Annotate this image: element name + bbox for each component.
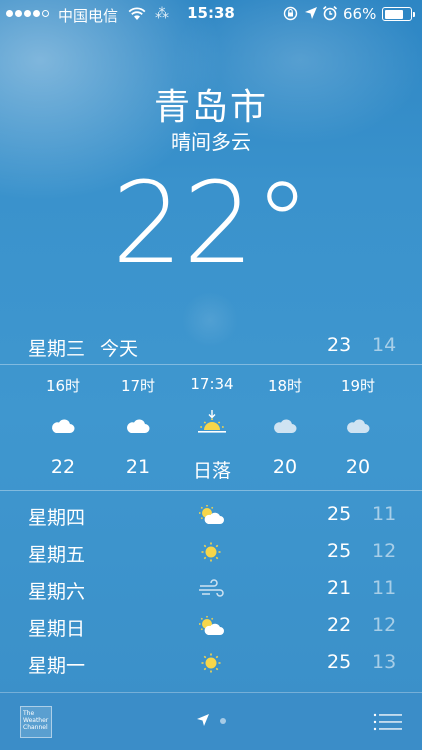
alarm-icon: [322, 6, 338, 21]
today-low: 14: [372, 334, 397, 356]
sun-icon: [201, 653, 221, 673]
hour-time: 17时: [120, 377, 156, 395]
logo-text: The Weather Channel: [23, 710, 49, 731]
hour-time: 17:34: [190, 375, 234, 393]
cloud-icon: [274, 419, 297, 433]
hour-temp: 20: [272, 456, 298, 478]
partly-cloudy-icon: [199, 616, 224, 635]
hour-temp: 日落: [192, 460, 231, 482]
partly-cloudy-icon: [199, 505, 224, 524]
weather-condition: 晴间多云: [171, 130, 251, 154]
wind-icon: [199, 579, 224, 597]
day-high: 21: [327, 577, 352, 599]
day-name: 星期四: [28, 507, 86, 529]
day-high: 25: [327, 540, 352, 562]
daily-row: 星期一 25 13: [0, 645, 422, 681]
hourly-item: 17:34 日落: [177, 365, 247, 492]
sun-icon: [201, 542, 221, 562]
today-weekday: 星期三: [28, 338, 86, 360]
sunset-icon: [198, 410, 226, 433]
battery-icon: [382, 7, 415, 21]
day-name: 星期六: [28, 581, 86, 603]
current-temperature: 22°: [111, 159, 311, 289]
hourly-item: 19时 20: [323, 365, 393, 492]
hour-temp: 20: [345, 456, 371, 478]
day-low: 12: [372, 614, 397, 636]
hour-time: 19时: [340, 377, 376, 395]
day-name: 星期五: [28, 544, 86, 566]
cloud-icon: [127, 419, 150, 433]
day-low: 11: [372, 577, 397, 599]
day-high: 25: [327, 503, 352, 525]
cloud-icon: [347, 419, 370, 433]
hour-temp: 22: [50, 456, 76, 478]
hour-time: 18时: [267, 377, 303, 395]
city-name: 青岛市: [153, 87, 268, 128]
current-location-icon[interactable]: [196, 713, 210, 727]
city-list-icon[interactable]: [373, 713, 403, 731]
day-low: 11: [372, 503, 397, 525]
daily-row: 星期日 22 12: [0, 608, 422, 644]
weather-channel-logo[interactable]: The Weather Channel: [20, 706, 52, 738]
location-arrow-icon: [305, 7, 317, 19]
today-summary: 星期三 今天 23 14: [0, 334, 422, 362]
day-high: 22: [327, 614, 352, 636]
daily-row: 星期四 25 11: [0, 497, 422, 533]
hour-temp: 21: [125, 456, 151, 478]
hour-time: 16时: [45, 377, 81, 395]
today-label: 今天: [100, 338, 139, 360]
today-high: 23: [327, 334, 352, 356]
status-bar: 中国电信 ⁂ 15:38 66%: [0, 0, 422, 28]
bottom-toolbar: The Weather Channel: [0, 692, 422, 750]
day-name: 星期一: [28, 655, 86, 677]
day-low: 12: [372, 540, 397, 562]
daily-row: 星期六 21 11: [0, 571, 422, 607]
rotation-lock-icon: [283, 6, 298, 21]
hourly-item: 17时 21: [103, 365, 173, 492]
battery-percent: 66%: [343, 5, 377, 23]
day-high: 25: [327, 651, 352, 673]
hourly-forecast[interactable]: 16时 22 17时 21 17:34 日落 18时 20 19时 20: [0, 364, 422, 491]
daily-row: 星期五 25 12: [0, 534, 422, 570]
day-low: 13: [372, 651, 397, 673]
cloud-icon: [52, 419, 75, 433]
day-name: 星期日: [28, 618, 86, 640]
hourly-item: 16时 22: [28, 365, 98, 492]
hourly-item: 18时 20: [250, 365, 320, 492]
page-indicator-dot[interactable]: [220, 718, 226, 724]
